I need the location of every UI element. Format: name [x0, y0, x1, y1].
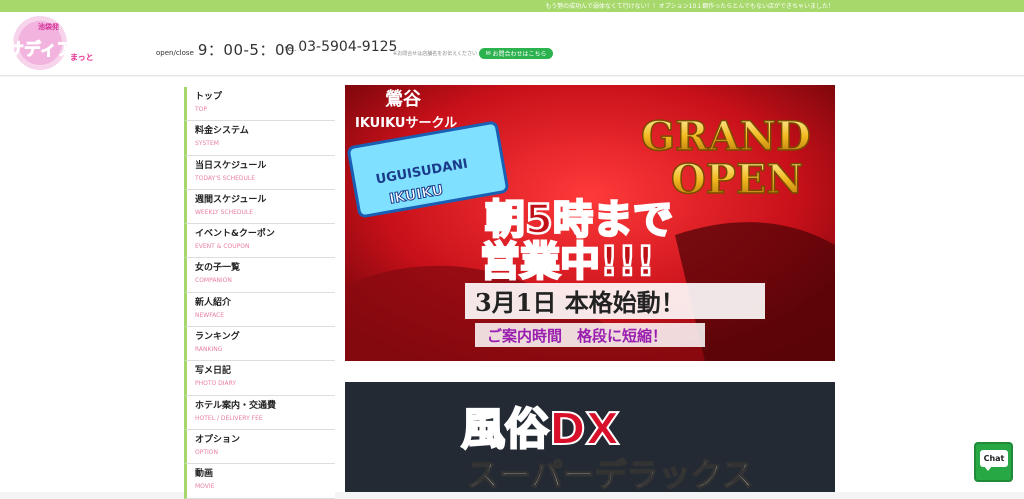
nav-item-label: 週間スケジュール: [195, 194, 267, 205]
nav-item-sublabel: PHOTO DIARY: [195, 380, 237, 388]
tel-value[interactable]: 03-5904-9125: [298, 39, 397, 55]
chat-bubble-tail: [984, 466, 992, 471]
tel-note: ※お問合せは店舗名をお伝えください: [393, 51, 478, 57]
nav-item-sublabel: TOP: [195, 106, 208, 113]
banner-area: 鶯谷: [385, 88, 422, 110]
nav-item-sublabel: RANKING: [195, 346, 223, 354]
nav-item-sublabel: COMPANION: [195, 277, 232, 285]
chat-button[interactable]: Chat: [974, 442, 1013, 482]
side-navigation: トップ TOP 料金システム SYSTEM 当日スケジュール TODAY'S SCHEDU…: [184, 87, 335, 499]
hours-value: 9：00-5：00: [197, 41, 296, 59]
nav-item-hotel-delivery-fee[interactable]: ホテル案内・交通費 HOTEL / DELIVERY FEE: [184, 395, 335, 430]
nav-item-label: 当日スケジュール: [195, 160, 267, 171]
nav-item-top[interactable]: トップ TOP: [184, 87, 335, 122]
banner2-title: 風俗DX: [461, 404, 620, 455]
nav-item-label: オプション: [195, 434, 241, 445]
banner-line2: 営業中!!!: [480, 239, 655, 285]
banner-line1: 朝5時まで: [485, 197, 673, 243]
hours-label: open/close: [156, 49, 194, 57]
banner-shop: IKUIKUサークル: [355, 116, 457, 131]
contact-button-label: お問合わせはこちら: [492, 51, 547, 58]
top-notice-text: もう勢の成功んで弱体なくて行けない！！オプション10１鋼作ったらとんでもない店が…: [545, 3, 834, 10]
nav-item-photo-diary[interactable]: 写メ日記 PHOTO DIARY: [184, 361, 335, 396]
banner-grand: GRAND: [641, 113, 811, 160]
nav-item-sublabel: EVENT & COUPON: [195, 243, 250, 251]
tel-label: tel.: [285, 45, 297, 53]
logo-line3: まっと: [70, 53, 94, 62]
nav-item-movie[interactable]: 動画 MOVIE: [184, 464, 335, 499]
nav-item-sublabel: MOVIE: [195, 483, 215, 491]
nav-item-ranking[interactable]: ランキング RANKING: [184, 327, 335, 362]
business-hours: open/close 9：00-5：00: [156, 39, 295, 60]
banner-open: OPEN: [671, 156, 803, 203]
nav-item-label: 料金システム: [195, 126, 249, 137]
mail-icon: ✉: [485, 50, 491, 57]
nav-item-system[interactable]: 料金システム SYSTEM: [184, 121, 335, 156]
nav-item-label: イベント&クーポン: [195, 229, 275, 240]
nav-item-label: 女の子一覧: [195, 263, 241, 274]
nav-item-event-coupon[interactable]: イベント&クーポン EVENT & COUPON: [184, 224, 335, 259]
nav-item-sublabel: OPTION: [195, 448, 218, 456]
banner-note: ご案内時間 格段に短縮！: [487, 327, 667, 345]
nav-item-sublabel: NEWFACE: [195, 311, 225, 319]
banner2-subtitle: スーパーデラックス: [467, 456, 754, 492]
nav-item-label: 新人紹介: [195, 297, 232, 308]
site-logo[interactable]: 池袋発 サディアン まっと: [4, 12, 96, 74]
nav-item-newface[interactable]: 新人紹介 NEWFACE: [184, 292, 335, 328]
logo-line1: 池袋発: [38, 22, 60, 31]
nav-item-label: トップ: [195, 92, 223, 102]
nav-item-sublabel: HOTEL / DELIVERY FEE: [195, 414, 263, 422]
banner-date: 3月1日 本格始動！: [475, 288, 685, 317]
nav-item-sublabel: WEEKLY SCHEDULE: [195, 208, 254, 216]
chat-icon: Chat: [980, 450, 1008, 467]
nav-item-label: 動画: [195, 469, 214, 480]
nav-item-label: ホテル案内・交通費: [195, 400, 277, 411]
nav-item-sublabel: SYSTEM: [195, 140, 219, 148]
fuzoku-dx-banner[interactable]: 風俗DX スーパーデラックス: [345, 382, 835, 492]
top-notice-bar: もう勢の成功んで弱体なくて行けない！！オプション10１鋼作ったらとんでもない店が…: [0, 0, 1024, 12]
chat-label: Chat: [983, 454, 1005, 463]
nav-item-option[interactable]: オプション OPTION: [184, 429, 335, 465]
nav-item-today-s-schedule[interactable]: 当日スケジュール TODAY'S SCHEDULE: [184, 155, 335, 190]
contact-button[interactable]: ✉ お問合わせはこちら: [479, 48, 553, 59]
grand-open-banner[interactable]: 鶯谷 IKUIKUサークル UGUISUDANI IKUIKU GRAND OP…: [345, 85, 835, 361]
nav-item-label: 写メ日記: [195, 366, 232, 377]
nav-item-weekly-schedule[interactable]: 週間スケジュール WEEKLY SCHEDULE: [184, 189, 335, 225]
phone-number[interactable]: tel. 03-5904-9125: [285, 39, 397, 55]
site-header: 池袋発 サディアン まっと open/close 9：00-5：00 tel. …: [0, 12, 1024, 76]
nav-item-companion[interactable]: 女の子一覧 COMPANION: [184, 258, 335, 293]
nav-item-label: ランキング: [195, 332, 240, 343]
nav-item-sublabel: TODAY'S SCHEDULE: [195, 174, 256, 182]
main-content: トップ TOP 料金システム SYSTEM 当日スケジュール TODAY'S SCHEDU…: [0, 77, 1024, 499]
